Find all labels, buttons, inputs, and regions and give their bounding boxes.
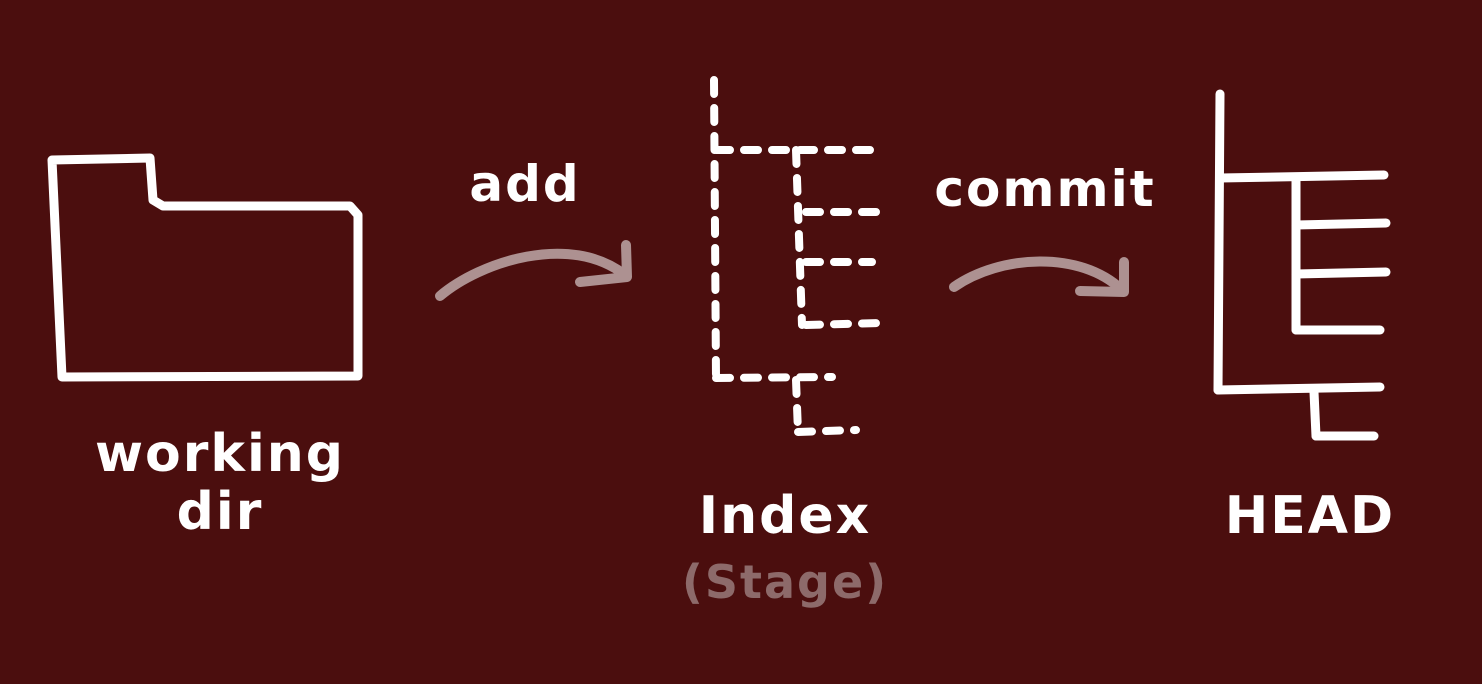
add-label: add [469, 155, 581, 213]
head-label: HEAD [1224, 486, 1396, 546]
index-sublabel: (Stage) [681, 555, 889, 609]
tree-icon [1213, 89, 1391, 441]
working-dir-label: working dir [80, 425, 360, 541]
folder-icon [47, 153, 363, 382]
git-workflow-diagram: add commit working dir Index (Stage) HEA… [0, 0, 1482, 684]
commit-label: commit [934, 160, 1156, 218]
index-label: Index [698, 486, 872, 546]
commit-arrow [949, 256, 1129, 297]
add-arrow [435, 240, 632, 301]
working-dir-label-line1: working [94, 424, 346, 484]
dashed-tree-icon [710, 76, 886, 436]
working-dir-label-line2: dir [176, 482, 264, 542]
